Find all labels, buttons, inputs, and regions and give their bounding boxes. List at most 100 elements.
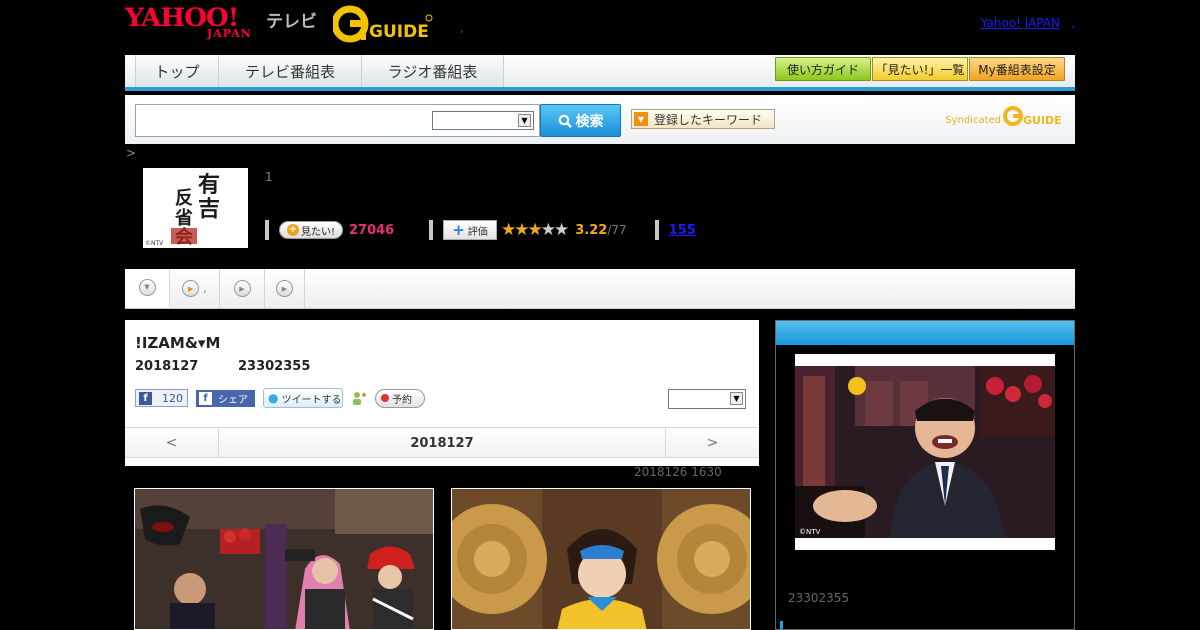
usage-guide-button[interactable]: 使い方ガイド [775, 57, 871, 81]
guest-portrait-image [452, 489, 750, 629]
program-thumbnail: 有 吉 反 省 会 ©NTV [143, 168, 248, 248]
episode-title: !IZAM&▾M [135, 334, 221, 352]
stat-divider [265, 220, 269, 240]
search-bar: ▼ 検索 ▼ 登録したキーワード Syndicated GUIDE [125, 95, 1075, 144]
sidebar-header [776, 321, 1074, 345]
episode-photo-1[interactable] [134, 488, 434, 630]
syndicated-gguide-logo: Syndicated GUIDE [945, 104, 1065, 128]
want-to-watch-list-button[interactable]: 「見たい!」一覧 [872, 57, 968, 81]
yahoo-japan-logo[interactable]: YAHOO! JAPAN [125, 5, 263, 41]
subtab-2[interactable]: ▶ , [170, 269, 220, 308]
nav-buttons: 使い方ガイド 「見たい!」一覧 My番組表設定 [775, 57, 1065, 81]
program-subtabs: ▼ ▶ , ▶ ▶ [125, 269, 1075, 309]
sidebar-featured-image[interactable]: ©NTV [795, 354, 1055, 550]
reservation-label: 予約 [392, 394, 412, 406]
tv-label: テレビ [266, 12, 317, 32]
search-button-label: 検索 [575, 113, 604, 130]
sidebar-airtime: 23302355 [788, 591, 850, 605]
syndicated-text: Syndicated [945, 115, 1001, 126]
want-to-watch-count: 27046 [349, 222, 395, 238]
sidebar-image-credit: ©NTV [799, 528, 821, 536]
rating-stars: ★★★★★ [501, 220, 569, 240]
search-icon [558, 114, 572, 128]
stat-divider [654, 220, 659, 240]
header-separator: , [460, 22, 464, 35]
tweet-button[interactable]: ● ツイートする [263, 388, 343, 408]
search-button[interactable]: 検索 [540, 104, 621, 137]
chevron-down-icon: ▼ [730, 392, 743, 405]
artwork-char-3: 反 [175, 188, 193, 209]
facebook-icon: f [139, 391, 152, 405]
twitter-bird-icon: ● [268, 391, 279, 405]
subtab-overview[interactable]: ▼ [125, 269, 170, 308]
subtab-4[interactable]: ▶ [265, 269, 305, 308]
nav-tab-top[interactable]: トップ [136, 55, 219, 87]
nav-tabs: トップ テレビ番組表 ラジオ番組表 [135, 55, 504, 87]
sidebar-panel: ©NTV 23302355 [775, 320, 1075, 630]
nav-tab-tv-listings[interactable]: テレビ番組表 [219, 55, 362, 87]
syndicated-logo-text: GUIDE [1023, 114, 1062, 127]
program-stats: + 見たい! 27046 + 評価 ★★★★★ 3.22 /77 155 [265, 220, 696, 240]
studio-scene-image [135, 489, 433, 629]
episode-select[interactable]: ▼ [668, 389, 746, 409]
nav-tab-radio-listings[interactable]: ラジオ番組表 [362, 55, 504, 87]
artwork-seal-icon [171, 228, 197, 244]
play-icon: ▶ [182, 280, 200, 297]
star-empty-icon: ★ [554, 220, 569, 240]
star-empty-icon: ★ [540, 220, 556, 240]
rate-button[interactable]: + 評価 [443, 220, 497, 240]
host-portrait-image: ©NTV [795, 366, 1055, 538]
next-date-button[interactable]: > [665, 428, 759, 458]
play-icon: ▶ [233, 280, 251, 297]
record-reservation-button[interactable]: 予約 [375, 388, 425, 408]
star-filled-icon: ★ [501, 220, 516, 240]
facebook-like-button[interactable]: f 120 [135, 389, 188, 407]
facebook-share-button[interactable]: f シェア [196, 389, 255, 407]
facebook-like-count: 120 [162, 391, 183, 405]
reviews-link[interactable]: 155 [669, 223, 696, 238]
plus-icon: + [452, 220, 465, 239]
subtab-3[interactable]: ▶ [220, 269, 265, 308]
gguide-logo-icon: GUIDE [331, 5, 433, 43]
sidebar-accent-bar [780, 621, 783, 630]
dropdown-arrow-icon: ▼ [634, 112, 648, 126]
gguide-logo[interactable]: GUIDE [331, 4, 433, 44]
my-listings-settings-button[interactable]: My番組表設定 [969, 57, 1065, 81]
rate-button-label: 評価 [467, 226, 488, 238]
saved-keywords-label: 登録したキーワード [654, 112, 763, 127]
rating-count: /77 [607, 223, 627, 237]
episode-date-nav: < 2018127 > [125, 427, 759, 458]
episode-date: 2018127 [135, 359, 199, 374]
plus-icon: + [286, 224, 299, 236]
site-header: YAHOO! JAPAN テレビ GUIDE , Yahoo! JAPAN , [125, 0, 1075, 55]
chevron-down-icon: ▼ [518, 114, 531, 127]
facebook-icon: f [199, 391, 212, 405]
breadcrumb[interactable]: > [126, 146, 136, 160]
previous-date-button[interactable]: < [125, 428, 219, 458]
tweet-label: ツイートする [281, 394, 342, 406]
play-icon: ▶ [276, 280, 293, 297]
artwork-char-2: 吉 [198, 196, 220, 222]
add-people-icon[interactable] [351, 390, 367, 406]
artwork-char-4: 省 [174, 207, 193, 229]
facebook-share-label: シェア [218, 394, 248, 406]
artwork-credit: ©NTV [145, 240, 164, 247]
record-icon [381, 394, 389, 402]
star-filled-icon: ★ [527, 220, 543, 240]
gguide-small-logo-icon: GUIDE [1003, 106, 1062, 127]
rating-value: 3.22 [575, 222, 608, 238]
artwork-char-1: 有 [198, 172, 220, 198]
subtab-2-label: , [203, 282, 207, 295]
episode-panel: !IZAM&▾M 2018127 23302355 f 120 f シェア ● … [125, 320, 759, 466]
main-nav: トップ テレビ番組表 ラジオ番組表 使い方ガイド 「見たい!」一覧 My番組表設… [125, 55, 1075, 91]
want-to-watch-button[interactable]: + 見たい! [279, 221, 343, 239]
current-nav-date: 2018127 [410, 435, 474, 451]
star-filled-icon: ★ [514, 220, 529, 240]
program-count: 1 [265, 170, 273, 184]
saved-keywords-button[interactable]: ▼ 登録したキーワード [631, 109, 775, 129]
updated-timestamp: 2018126 1630 [634, 465, 722, 479]
want-to-watch-label: 見たい! [300, 226, 335, 238]
search-category-select[interactable]: ▼ [432, 111, 534, 130]
episode-photo-2[interactable] [451, 488, 751, 630]
yahoo-japan-link[interactable]: Yahoo! JAPAN [981, 16, 1060, 30]
